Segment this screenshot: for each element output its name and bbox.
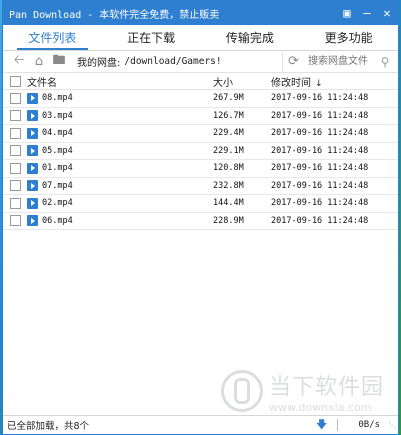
video-file-icon: [27, 127, 38, 139]
path-label: 我的网盘:: [77, 58, 121, 69]
watermark-title: 当下软件园: [269, 374, 385, 400]
close-icon[interactable]: ✕: [378, 4, 396, 22]
video-file-icon: [27, 162, 38, 174]
resize-grip-icon[interactable]: ⋱: [388, 421, 396, 430]
file-time: 2017-09-16 11:24:48: [271, 163, 369, 174]
file-time: 2017-09-16 11:24:48: [271, 180, 369, 191]
tab-more[interactable]: 更多功能: [299, 25, 398, 50]
video-file-icon: [27, 197, 38, 209]
watermark: 当下软件园 www.downxia.com: [221, 363, 391, 419]
file-time: 2017-09-16 11:24:48: [271, 128, 369, 139]
file-time: 2017-09-16 11:24:48: [271, 145, 369, 156]
restore-icon[interactable]: ▣: [338, 4, 356, 22]
table-row[interactable]: 03.mp4 126.7M 2017-09-16 11:24:48: [3, 108, 398, 125]
header-time-label: 修改时间: [271, 77, 311, 89]
table-row[interactable]: 07.mp4 232.8M 2017-09-16 11:24:48: [3, 178, 398, 195]
video-file-icon: [27, 180, 38, 192]
header-time[interactable]: 修改时间 ↓: [271, 74, 398, 89]
search-input[interactable]: [304, 52, 376, 71]
file-name: 05.mp4: [42, 145, 73, 156]
file-time: 2017-09-16 11:24:48: [271, 198, 369, 209]
file-name: 07.mp4: [42, 180, 73, 191]
file-name: 02.mp4: [42, 198, 73, 209]
table-row[interactable]: 02.mp4 144.4M 2017-09-16 11:24:48: [3, 195, 398, 213]
path-bar: 🡠 ⌂ 🖿 我的网盘: /download/Gamers! ⟳ ⚲: [3, 51, 398, 73]
row-checkbox[interactable]: [9, 110, 21, 122]
window-title: Pan Download - 本软件完全免费，禁止贩卖: [9, 9, 220, 21]
row-checkbox[interactable]: [9, 92, 21, 104]
header-size[interactable]: 大小: [213, 74, 271, 89]
current-path: /download/Gamers!: [124, 56, 222, 67]
file-time: 2017-09-16 11:24:48: [271, 215, 369, 226]
folder-icon[interactable]: 🖿: [49, 52, 69, 72]
refresh-icon[interactable]: ⟳: [282, 51, 304, 72]
table-header: 文件名 大小 修改时间 ↓: [3, 73, 398, 90]
video-file-icon: [27, 92, 38, 104]
download-arrow-icon: 🡇: [316, 417, 328, 431]
file-size: 267.9M: [213, 93, 244, 104]
tab-downloading[interactable]: 正在下载: [102, 25, 201, 50]
table-row[interactable]: 06.mp4 228.9M 2017-09-16 11:24:48: [3, 213, 398, 230]
status-text: 已全部加载，共8个: [7, 421, 90, 432]
back-arrow-icon[interactable]: 🡠: [9, 52, 29, 72]
file-size: 144.4M: [213, 198, 244, 209]
file-size: 126.7M: [213, 110, 244, 121]
video-file-icon: [27, 145, 38, 157]
table-row[interactable]: 05.mp4 229.1M 2017-09-16 11:24:48: [3, 143, 398, 160]
file-size: 229.1M: [213, 145, 244, 156]
row-checkbox[interactable]: [9, 145, 21, 157]
watermark-url: www.downxia.com: [269, 400, 372, 414]
file-name: 01.mp4: [42, 163, 73, 174]
row-checkbox[interactable]: [9, 197, 21, 209]
table-row[interactable]: 08.mp4 267.9M 2017-09-16 11:24:48: [3, 90, 398, 108]
table-row[interactable]: 04.mp4 229.4M 2017-09-16 11:24:48: [3, 125, 398, 143]
file-size: 229.4M: [213, 128, 244, 139]
app-window: Pan Download - 本软件完全免费，禁止贩卖 ▣ — ✕ 文件列表 正…: [2, 0, 399, 435]
home-icon[interactable]: ⌂: [29, 52, 49, 72]
file-size: 228.9M: [213, 215, 244, 226]
file-name: 06.mp4: [42, 215, 73, 226]
download-speed: 0B/s: [358, 420, 380, 430]
row-checkbox[interactable]: [9, 162, 21, 174]
row-checkbox[interactable]: [9, 180, 21, 192]
search-icon[interactable]: ⚲: [376, 52, 394, 72]
file-size: 232.8M: [213, 180, 244, 191]
sort-down-icon: ↓: [315, 78, 323, 89]
title-bar[interactable]: Pan Download - 本软件完全免费，禁止贩卖 ▣ — ✕: [3, 1, 398, 25]
file-size: 120.8M: [213, 163, 244, 174]
file-time: 2017-09-16 11:24:48: [271, 93, 369, 104]
main-tabs: 文件列表 正在下载 传输完成 更多功能: [3, 25, 398, 51]
video-file-icon: [27, 215, 38, 227]
tab-file-list[interactable]: 文件列表: [3, 25, 102, 50]
watermark-logo-icon: [221, 370, 263, 412]
tab-completed[interactable]: 传输完成: [201, 25, 300, 50]
file-name: 03.mp4: [42, 110, 73, 121]
status-divider: [337, 419, 339, 431]
row-checkbox[interactable]: [9, 127, 21, 139]
row-checkbox[interactable]: [9, 215, 21, 227]
header-name[interactable]: 文件名: [27, 74, 213, 89]
status-bar: 已全部加载，共8个 🡇 0B/s ⋱: [3, 415, 398, 434]
file-time: 2017-09-16 11:24:48: [271, 110, 369, 121]
select-all-checkbox[interactable]: [9, 75, 21, 87]
file-name: 08.mp4: [42, 93, 73, 104]
file-list: 08.mp4 267.9M 2017-09-16 11:24:48 03.mp4…: [3, 90, 398, 230]
file-name: 04.mp4: [42, 128, 73, 139]
table-row[interactable]: 01.mp4 120.8M 2017-09-16 11:24:48: [3, 160, 398, 178]
minimize-icon[interactable]: —: [358, 4, 376, 22]
video-file-icon: [27, 110, 38, 122]
